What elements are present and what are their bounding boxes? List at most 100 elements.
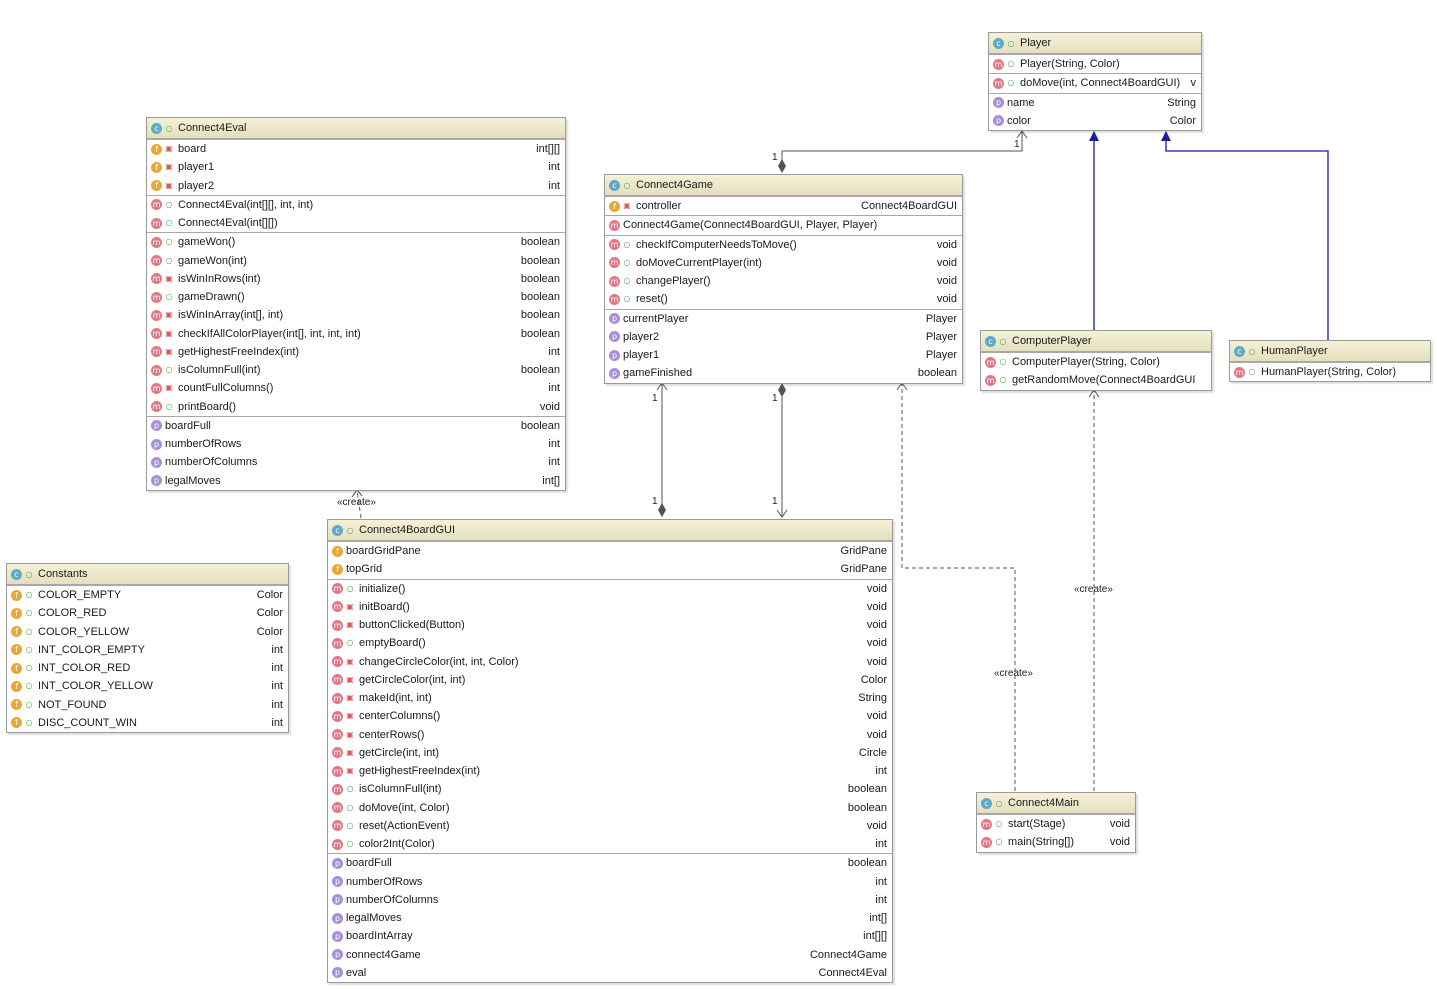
field-row[interactable]: f ○ COLOR_YELLOW Color (7, 623, 288, 641)
property-row[interactable]: p numberOfColumns int (328, 891, 892, 909)
property-row[interactable]: p boardIntArray int[][] (328, 927, 892, 945)
method-row[interactable]: m ○ reset(ActionEvent) void (328, 817, 892, 835)
method-row[interactable]: m ○ start(Stage) void (977, 815, 1135, 833)
method-row[interactable]: m ▣ getHighestFreeIndex(int) int (328, 762, 892, 780)
method-icon: m (151, 401, 162, 413)
class-header[interactable]: c ○ Connect4Game (605, 175, 962, 196)
field-row[interactable]: f ▣ player2 int (147, 177, 565, 195)
field-row[interactable]: f ○ INT_COLOR_YELLOW int (7, 677, 288, 695)
method-row[interactable]: m ○ emptyBoard() void (328, 634, 892, 652)
method-row[interactable]: m ○ doMove(int, Color) boolean (328, 799, 892, 817)
class-header[interactable]: c ○ ComputerPlayer (981, 331, 1211, 352)
property-row[interactable]: p legalMoves int[] (147, 472, 565, 490)
class-header[interactable]: c ○ Player (989, 33, 1201, 54)
method-row[interactable]: m ▣ getCircleColor(int, int) Color (328, 671, 892, 689)
method-row[interactable]: m ▣ buttonClicked(Button) void (328, 616, 892, 634)
property-row[interactable]: p connect4Game Connect4Game (328, 946, 892, 964)
method-row[interactable]: m ○ gameWon() boolean (147, 233, 565, 251)
method-row[interactable]: m ○ doMoveCurrentPlayer(int) void (605, 254, 962, 272)
method-row[interactable]: m ○ isColumnFull(int) boolean (328, 780, 892, 798)
method-row[interactable]: m ▣ centerColumns() void (328, 707, 892, 725)
field-row[interactable]: f ○ DISC_COUNT_WIN int (7, 714, 288, 732)
class-player[interactable]: c ○ Player m ○ Player(String, Color) m ○ doMove(… (988, 32, 1202, 131)
property-row[interactable]: p player2 Player (605, 328, 962, 346)
method-type: boolean (520, 327, 560, 340)
method-row[interactable]: m ○ Connect4Eval(int[][], int, int) (147, 196, 565, 214)
class-header[interactable]: c ○ HumanPlayer (1230, 341, 1430, 362)
field-row[interactable]: f ▣ player1 int (147, 158, 565, 176)
method-row[interactable]: m ○ color2Int(Color) int (328, 835, 892, 853)
property-row[interactable]: p numberOfColumns int (147, 453, 565, 471)
method-row[interactable]: m ○ reset() void (605, 290, 962, 308)
property-icon: p (332, 912, 343, 924)
class-humanplayer[interactable]: c ○ HumanPlayer m ○ HumanPlayer(String, Color… (1229, 340, 1431, 383)
method-row[interactable]: m ▣ getCircle(int, int) Circle (328, 744, 892, 762)
method-row[interactable]: m ○ printBoard() void (147, 398, 565, 416)
property-row[interactable]: p currentPlayer Player (605, 310, 962, 328)
method-row[interactable]: m ○ Connect4Eval(int[][]) (147, 214, 565, 232)
class-connect4boardgui[interactable]: c ○ Connect4BoardGUI f boardGridPane GridPane… (327, 519, 893, 983)
property-row[interactable]: p boardFull boolean (328, 854, 892, 872)
field-row[interactable]: f boardGridPane GridPane (328, 542, 892, 560)
method-row[interactable]: m ▣ changeCircleColor(int, int, Color) void (328, 653, 892, 671)
method-row[interactable]: m Connect4Game(Connect4BoardGUI, Player, … (605, 216, 962, 234)
method-row[interactable]: m ○ isColumnFull(int) boolean (147, 361, 565, 379)
field-row[interactable]: f ○ INT_COLOR_EMPTY int (7, 641, 288, 659)
field-row[interactable]: f ○ NOT_FOUND int (7, 696, 288, 714)
method-row[interactable]: m ○ getRandomMove(Connect4BoardGUI) (981, 371, 1211, 389)
method-row[interactable]: m ○ ComputerPlayer(String, Color) (981, 353, 1211, 371)
class-connect4eval[interactable]: c ○ Connect4Eval f ▣ board int[][] f ▣ player1 int… (146, 117, 566, 491)
field-row[interactable]: f topGrid GridPane (328, 560, 892, 578)
property-row[interactable]: p player1 Player (605, 346, 962, 364)
method-row[interactable]: m ○ HumanPlayer(String, Color) (1230, 363, 1430, 381)
open-arrowhead (1016, 130, 1028, 139)
class-header[interactable]: c ○ Connect4Main (977, 793, 1135, 814)
property-row[interactable]: p boardFull boolean (147, 417, 565, 435)
method-name: isWinInArray(int[], int) (178, 309, 284, 322)
field-type: int[][] (536, 143, 560, 155)
class-header[interactable]: c ○ Connect4BoardGUI (328, 520, 892, 541)
method-type: Circle (858, 746, 887, 759)
class-name: Connect4Game (636, 179, 714, 191)
field-row[interactable]: f ○ COLOR_RED Color (7, 604, 288, 622)
class-computerplayer[interactable]: c ○ ComputerPlayer m ○ ComputerPlayer(String,… (980, 330, 1212, 391)
method-row[interactable]: m ▣ getHighestFreeIndex(int) int (147, 343, 565, 361)
property-row[interactable]: p eval Connect4Eval (328, 964, 892, 982)
method-row[interactable]: m ○ gameDrawn() boolean (147, 288, 565, 306)
method-row[interactable]: m ○ Player(String, Color) (989, 55, 1201, 73)
field-row[interactable]: f ○ INT_COLOR_RED int (7, 659, 288, 677)
method-row[interactable]: m ▣ isWinInRows(int) boolean (147, 270, 565, 288)
class-icon: c (985, 336, 996, 347)
property-row[interactable]: p legalMoves int[] (328, 909, 892, 927)
class-connect4main[interactable]: c ○ Connect4Main m ○ start(Stage) void m ○ main(S… (976, 792, 1136, 853)
method-row[interactable]: m ○ gameWon(int) boolean (147, 252, 565, 270)
private-lock-icon: ▣ (346, 729, 354, 739)
method-row[interactable]: m ○ checkIfComputerNeedsToMove() void (605, 236, 962, 254)
class-constants[interactable]: c ○ Constants f ○ COLOR_EMPTY Color f ○ COLOR_RED… (6, 563, 289, 733)
property-row[interactable]: p name String (989, 94, 1201, 112)
method-row[interactable]: m ○ main(String[]) void (977, 833, 1135, 851)
field-row[interactable]: f ▣ board int[][] (147, 140, 565, 158)
field-row[interactable]: f ○ COLOR_EMPTY Color (7, 586, 288, 604)
field-row[interactable]: f ▣ controller Connect4BoardGUI (605, 197, 962, 215)
method-row[interactable]: m ○ doMove(int, Connect4BoardGUI) v (989, 74, 1201, 92)
field-type: Color (256, 625, 283, 638)
property-row[interactable]: p gameFinished boolean (605, 364, 962, 382)
property-row[interactable]: p numberOfRows int (147, 435, 565, 453)
property-row[interactable]: p color Color (989, 112, 1201, 130)
method-row[interactable]: m ▣ makeId(int, int) String (328, 689, 892, 707)
method-icon: m (151, 236, 162, 248)
private-lock-icon: ▣ (165, 346, 173, 356)
property-row[interactable]: p numberOfRows int (328, 873, 892, 891)
method-row[interactable]: m ▣ checkIfAllColorPlayer(int[], int, int,… (147, 325, 565, 343)
method-name: Connect4Eval(int[][]) (178, 217, 278, 229)
class-header[interactable]: c ○ Constants (7, 564, 288, 585)
method-row[interactable]: m ○ initialize() void (328, 580, 892, 598)
class-connect4game[interactable]: c ○ Connect4Game f ▣ controller Connect4BoardG… (604, 174, 963, 384)
method-row[interactable]: m ○ changePlayer() void (605, 272, 962, 290)
method-row[interactable]: m ▣ initBoard() void (328, 598, 892, 616)
method-row[interactable]: m ▣ countFullColumns() int (147, 379, 565, 397)
method-row[interactable]: m ▣ centerRows() void (328, 726, 892, 744)
class-header[interactable]: c ○ Connect4Eval (147, 118, 565, 139)
method-row[interactable]: m ▣ isWinInArray(int[], int) boolean (147, 306, 565, 324)
